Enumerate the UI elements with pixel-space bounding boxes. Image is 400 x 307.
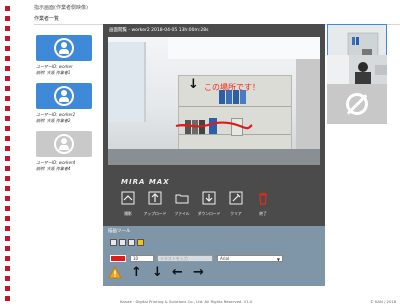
drawing-tools-title: 描画ツール — [108, 229, 131, 234]
highlight-tool-icon[interactable] — [137, 239, 144, 246]
user-icon — [54, 134, 74, 154]
capture-label: 撮影 — [124, 211, 132, 216]
arrow-left-icon[interactable]: ← — [172, 266, 183, 279]
worker-description: 説明: 大阪 作業者2 — [36, 118, 71, 123]
end-label: 終了 — [259, 211, 267, 216]
app-title: 指示画面(作業者側映像) — [34, 5, 88, 11]
section-title: 作業者一覧 — [34, 16, 60, 22]
arrow-down-icon[interactable]: ↓ — [152, 266, 163, 279]
worker-status-tile[interactable] — [36, 131, 92, 157]
warning-icon[interactable] — [108, 266, 122, 279]
live-video-feed[interactable] — [108, 37, 320, 165]
left-decoration-bar — [0, 0, 14, 307]
download-button[interactable]: ダウンロード — [196, 191, 222, 221]
thumbnail-image — [327, 55, 387, 84]
worker-meta: ユーザーID: worker2 説明: 大阪 作業者2 — [36, 112, 75, 124]
download-label: ダウンロード — [197, 211, 221, 216]
color-picker[interactable] — [110, 255, 126, 262]
footer-right-text: © KAN / 2018 — [370, 299, 397, 304]
file-button[interactable]: ファイル — [169, 191, 195, 221]
arrow-up-icon[interactable]: ↑ — [131, 266, 142, 279]
clear-button[interactable]: クリア — [223, 191, 249, 221]
annotation-arrow-down-icon: ↓ — [188, 77, 199, 92]
download-icon — [202, 191, 216, 205]
text-tool-icon[interactable] — [128, 239, 135, 246]
font-select-value: Arial — [220, 256, 230, 261]
video-toolbar: 撮影 アップロード ファイル ダウンロード クリア 終了 — [115, 191, 277, 221]
user-icon — [54, 86, 74, 106]
worker-description: 説明: 大阪 作業者4 — [36, 166, 71, 171]
upload-label: アップロード — [143, 211, 167, 216]
worker-status-tile[interactable] — [36, 83, 92, 109]
worker-description: 説明: 大阪 作業者1 — [36, 70, 71, 75]
user-icon — [54, 38, 74, 58]
worker-card-1[interactable]: ユーザーID: worker 説明: 大阪 作業者1 — [34, 35, 94, 79]
file-label: ファイル — [174, 211, 190, 216]
end-button[interactable]: 終了 — [250, 191, 276, 221]
annotation-scribble — [175, 121, 253, 130]
folder-icon — [175, 194, 189, 204]
worker-meta: ユーザーID: worker4 説明: 大阪 作業者4 — [36, 160, 75, 172]
pen-tool-icon[interactable] — [110, 239, 117, 246]
worker-card-3[interactable]: ユーザーID: worker4 説明: 大阪 作業者4 — [34, 131, 94, 175]
worker-meta: ユーザーID: worker 説明: 大阪 作業者1 — [36, 64, 73, 76]
trash-icon — [259, 192, 267, 205]
chevron-down-icon: ▼ — [276, 257, 280, 262]
upload-icon — [148, 191, 162, 205]
stroke-width-input[interactable]: 10 — [130, 255, 154, 262]
clear-label: クリア — [230, 211, 242, 216]
capture-icon — [121, 191, 135, 205]
annotation-text: この場所です！ — [204, 83, 260, 92]
camera-thumbnail-3[interactable] — [327, 84, 387, 124]
camera-thumbnail-2[interactable] — [327, 55, 387, 84]
footer-copyright: Kanae · Digital Printing & Solutions Co.… — [120, 299, 253, 304]
worker-card-2[interactable]: ユーザーID: worker2 説明: 大阪 作業者2 — [34, 83, 94, 127]
annotation-text-input[interactable]: テキストを入力 — [157, 255, 213, 262]
font-select[interactable]: Arial ▼ — [217, 255, 283, 262]
video-header: 画面閲覧 - worker2 2018-04-05 13h:00m:28s — [109, 28, 209, 33]
worker-status-tile[interactable] — [36, 35, 92, 61]
line-tool-icon[interactable] — [119, 239, 126, 246]
clear-icon — [229, 191, 243, 205]
capture-button[interactable]: 撮影 — [115, 191, 141, 221]
upload-button[interactable]: アップロード — [142, 191, 168, 221]
arrow-right-icon[interactable]: → — [193, 266, 204, 279]
brand-logo: MIRA MAX — [121, 178, 170, 186]
